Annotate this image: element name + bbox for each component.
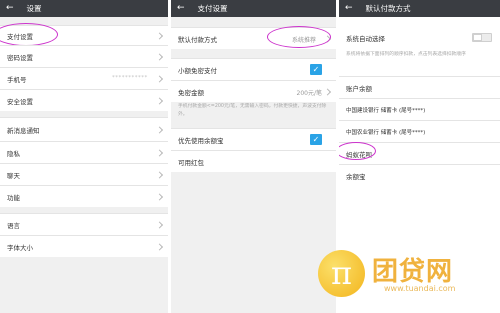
- titlebar: ← 支付设置: [171, 0, 336, 17]
- back-arrow-icon[interactable]: ←: [345, 4, 353, 13]
- phone-value: ***********: [112, 75, 148, 81]
- settings-panel: ← 设置 支付设置 密码设置 手机号 *********** 安全设置 新消息通…: [0, 0, 168, 313]
- settings-item-phone[interactable]: 手机号 ***********: [0, 67, 168, 89]
- amount-value: 200元/笔: [296, 90, 322, 97]
- chevron-right-icon: [155, 125, 164, 134]
- back-arrow-icon[interactable]: ←: [177, 4, 185, 13]
- prefer-yuebao-row[interactable]: 优先使用余额宝 ✓: [171, 128, 336, 150]
- settings-item-chat[interactable]: 聊天: [0, 163, 168, 185]
- item-label: 系统自动选择: [346, 35, 385, 43]
- settings-item-font-size[interactable]: 字体大小: [0, 235, 168, 257]
- titlebar: ← 设置: [0, 0, 168, 17]
- settings-item-password[interactable]: 密码设置: [0, 45, 168, 67]
- item-label: 新消息通知: [7, 126, 40, 135]
- chevron-right-icon: [155, 220, 164, 229]
- payment-method-yuebao[interactable]: 余额宝: [339, 164, 500, 186]
- item-label: 密码设置: [7, 53, 33, 62]
- chevron-right-icon: [323, 87, 332, 96]
- watermark-logo: π 团贷网 www.tuandai.com: [318, 250, 478, 298]
- payment-settings-panel: ← 支付设置 默认付款方式 系统推荐 小额免密支付 ✓ 免密金额 200元/笔 …: [171, 0, 336, 313]
- chevron-right-icon: [155, 31, 164, 40]
- checkbox-checked-icon[interactable]: ✓: [310, 64, 322, 75]
- item-label: 免密金额: [178, 88, 204, 97]
- item-label: 余额宝: [346, 172, 366, 181]
- auto-select-description: 系统将依据下面排列的顺序扣款，点击列表选择扣款顺序: [346, 52, 466, 57]
- chevron-right-icon: [155, 242, 164, 251]
- highlight-ring: [267, 26, 331, 48]
- item-label: 可用红包: [178, 158, 204, 167]
- toggle-knob: [473, 34, 482, 41]
- pi-logo-icon: π: [318, 250, 365, 297]
- chevron-right-icon: [155, 148, 164, 157]
- settings-item-notifications[interactable]: 新消息通知: [0, 117, 168, 141]
- red-packet-row[interactable]: 可用红包: [171, 150, 336, 172]
- back-arrow-icon[interactable]: ←: [6, 4, 14, 13]
- brand-url: www.tuandai.com: [384, 284, 456, 293]
- item-label: 功能: [7, 193, 20, 202]
- item-label: 小额免密支付: [178, 66, 217, 75]
- item-label: 优先使用余额宝: [178, 136, 224, 145]
- chevron-right-icon: [155, 170, 164, 179]
- item-label: 隐私: [7, 149, 20, 158]
- item-label: 默认付款方式: [178, 35, 217, 44]
- settings-item-security[interactable]: 安全设置: [0, 89, 168, 111]
- chevron-right-icon: [155, 96, 164, 105]
- no-password-amount-row[interactable]: 免密金额 200元/笔: [171, 80, 336, 102]
- auto-select-row[interactable]: 系统自动选择: [339, 27, 500, 49]
- titlebar: ← 默认付款方式: [339, 0, 500, 17]
- item-label: 中国建设银行 储蓄卡 (尾号****): [346, 107, 426, 114]
- item-label: 安全设置: [7, 97, 33, 106]
- small-pay-note: 手机付款金额<=200元/笔，无需输入密码，付款更快捷，声波支付除外。: [178, 104, 327, 117]
- payment-method-abc[interactable]: 中国农业银行 储蓄卡 (尾号****): [339, 120, 500, 142]
- page-title: 默认付款方式: [365, 4, 411, 13]
- auto-select-toggle[interactable]: [472, 33, 492, 42]
- item-label: 中国农业银行 储蓄卡 (尾号****): [346, 129, 426, 136]
- small-amount-pay-row[interactable]: 小额免密支付 ✓: [171, 58, 336, 80]
- brand-name: 团贷网: [372, 257, 454, 287]
- item-label: 聊天: [7, 171, 20, 180]
- item-label: 手机号: [7, 75, 27, 84]
- checkbox-checked-icon[interactable]: ✓: [310, 134, 322, 145]
- settings-item-features[interactable]: 功能: [0, 185, 168, 207]
- chevron-right-icon: [155, 74, 164, 83]
- page-title: 设置: [26, 4, 42, 13]
- item-label: 字体大小: [7, 243, 33, 252]
- settings-item-privacy[interactable]: 隐私: [0, 141, 168, 163]
- page-title: 支付设置: [197, 4, 228, 13]
- item-label: 语言: [7, 221, 20, 230]
- settings-item-language[interactable]: 语言: [0, 213, 168, 235]
- payment-method-ccb[interactable]: 中国建设银行 储蓄卡 (尾号****): [339, 98, 500, 120]
- item-label: 账户余额: [346, 84, 372, 93]
- chevron-right-icon: [155, 52, 164, 61]
- payment-method-balance[interactable]: 账户余额: [339, 76, 500, 98]
- chevron-right-icon: [155, 192, 164, 201]
